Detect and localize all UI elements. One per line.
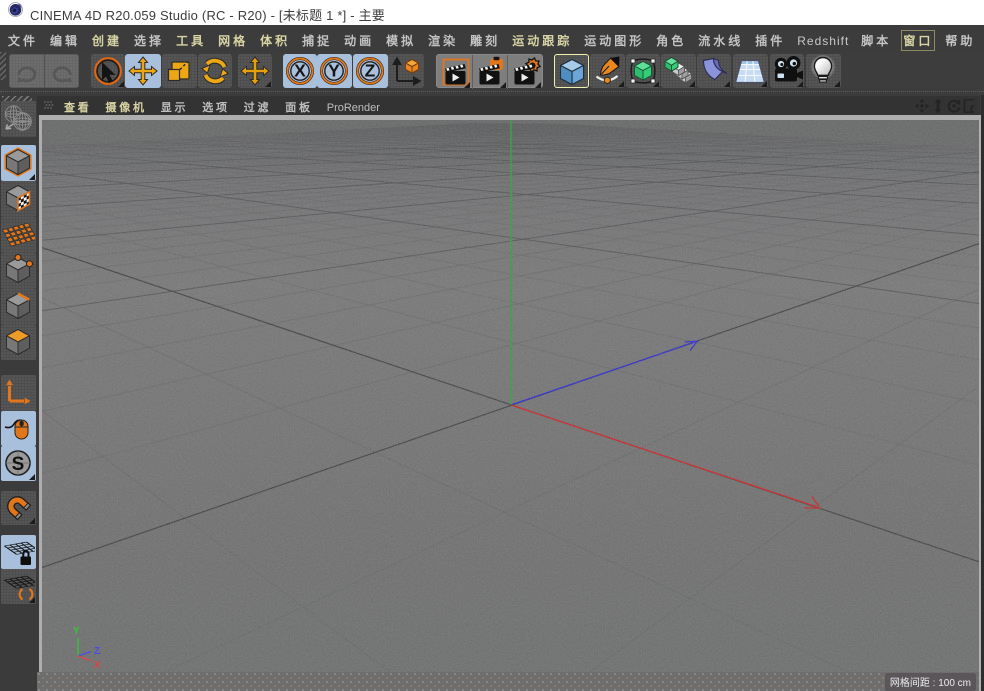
svg-text:S: S <box>12 454 25 475</box>
svg-text:X: X <box>294 61 306 81</box>
svg-text:Y: Y <box>328 61 340 81</box>
svg-text:Z: Z <box>365 61 376 81</box>
